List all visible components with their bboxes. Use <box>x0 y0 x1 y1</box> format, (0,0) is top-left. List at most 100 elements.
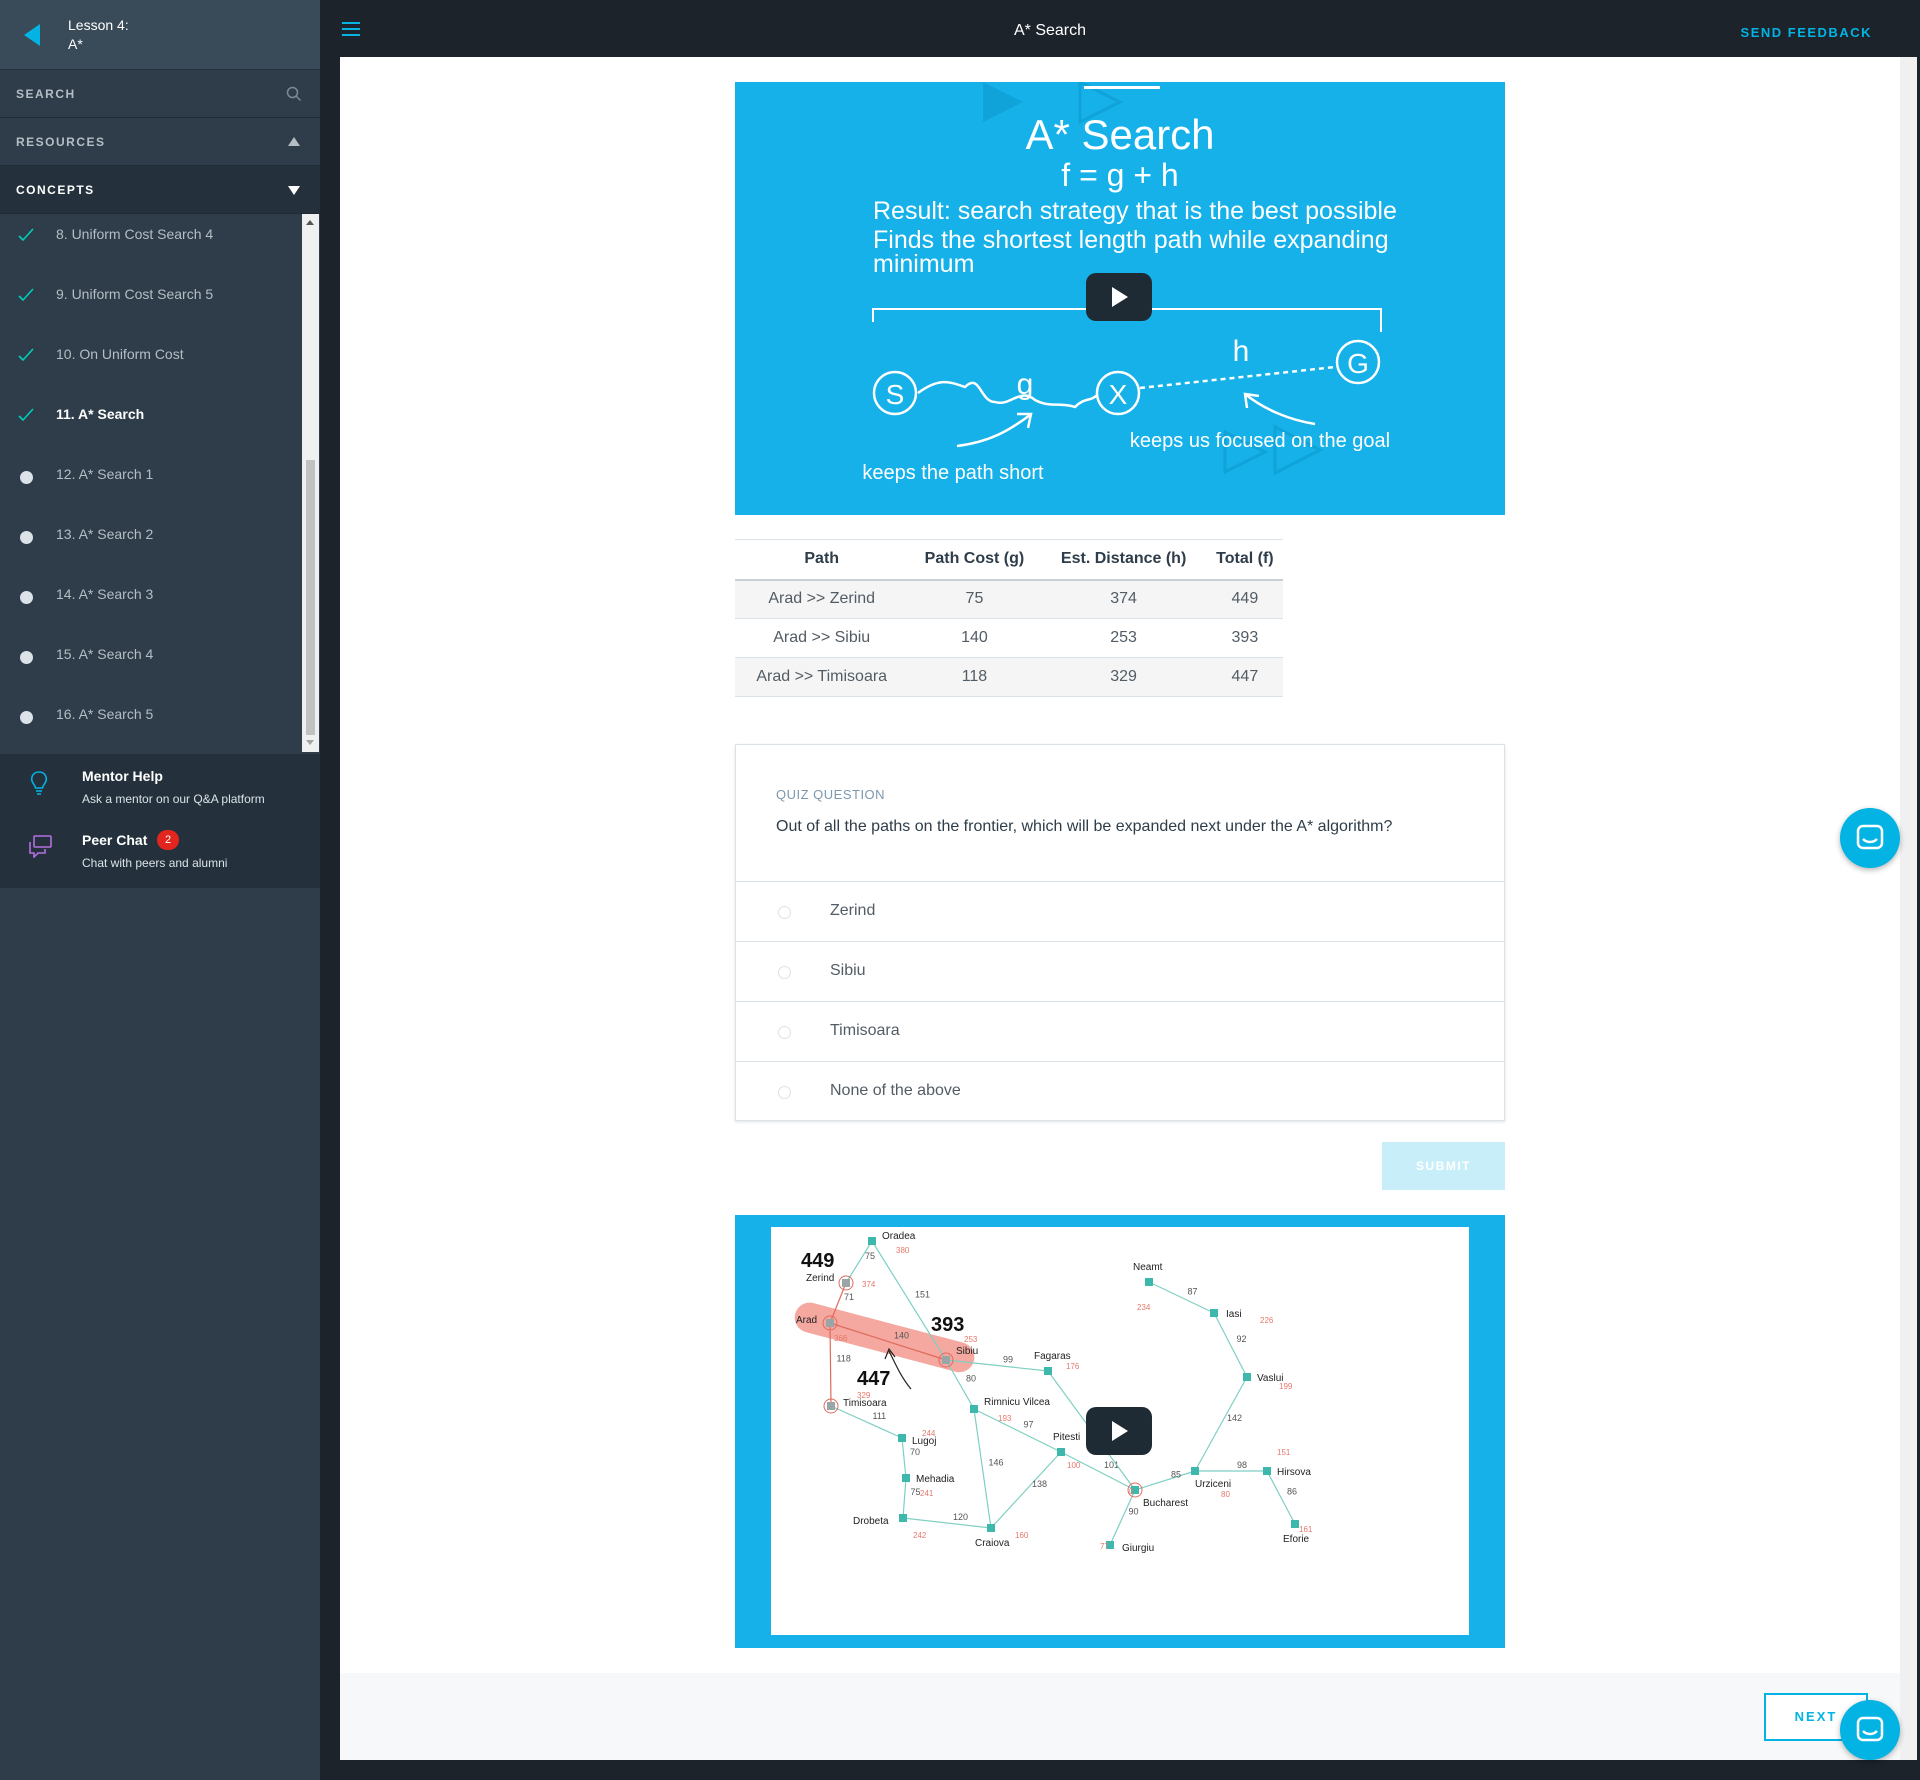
header-path: Path <box>735 539 909 581</box>
check-icon <box>18 288 34 302</box>
chat-widget-button[interactable] <box>1840 808 1900 868</box>
edge-cost-label: 146 <box>989 1458 1004 1468</box>
incomplete-dot-icon <box>20 651 33 664</box>
quiz-option[interactable]: Timisoara <box>736 1001 1504 1061</box>
concept-item[interactable]: 15. A* Search 4 <box>0 646 302 706</box>
heuristic-label: 100 <box>1067 1461 1081 1470</box>
peer-chat-subtitle: Chat with peers and alumni <box>82 856 228 870</box>
edge-cost-label: 80 <box>966 1374 976 1384</box>
concept-label: 16. A* Search 5 <box>56 706 154 722</box>
table-row: Arad >> Timisoara 118 329 447 <box>735 657 1283 697</box>
h-label: h <box>1233 335 1250 368</box>
video-player[interactable]: A* Search f = g + h Result: search strat… <box>735 82 1505 515</box>
back-arrow-icon[interactable] <box>24 24 40 46</box>
city-node <box>1057 1448 1065 1456</box>
table-header-row: Path Path Cost (g) Est. Distance (h) Tot… <box>735 539 1283 581</box>
city-node <box>1243 1373 1251 1381</box>
edge-cost-label: 97 <box>1024 1420 1034 1430</box>
city-node <box>899 1514 907 1522</box>
video-line3: minimum <box>873 250 974 278</box>
edge-cost-label: 90 <box>1129 1507 1139 1517</box>
frontier-highlight <box>794 1302 975 1373</box>
sidebar-concepts[interactable]: CONCEPTS <box>0 166 320 214</box>
resources-label: RESOURCES <box>16 135 106 149</box>
heuristic-label: 329 <box>857 1391 871 1400</box>
table-cell: Arad >> Sibiu <box>735 618 909 658</box>
concept-label: 13. A* Search 2 <box>56 526 154 542</box>
scroll-up-icon[interactable] <box>306 220 314 225</box>
concept-item[interactable]: 14. A* Search 3 <box>0 586 302 646</box>
map-edge <box>973 1408 1062 1453</box>
heuristic-label: 374 <box>862 1280 876 1289</box>
city-name-label: Iasi <box>1226 1309 1242 1320</box>
concept-item[interactable]: 8. Uniform Cost Search 4 <box>0 226 302 286</box>
video-line1: Result: search strategy that is the best… <box>873 197 1397 225</box>
chat-icon <box>1856 1716 1884 1742</box>
concept-scroll-thumb[interactable] <box>306 460 315 735</box>
scroll-down-icon[interactable] <box>306 740 314 745</box>
quiz-option[interactable]: Sibiu <box>736 941 1504 1001</box>
radio-button[interactable] <box>778 906 791 919</box>
sidebar-resources[interactable]: RESOURCES <box>0 118 320 166</box>
peer-chat-link[interactable]: Peer Chat 2 Chat with peers and alumni <box>0 830 320 892</box>
city-node <box>827 1402 835 1410</box>
header-path-cost: Path Cost (g) <box>908 539 1041 581</box>
page-scrollbar[interactable] <box>1900 57 1917 1760</box>
concept-label: 8. Uniform Cost Search 4 <box>56 226 214 242</box>
map-edge <box>1109 1489 1136 1546</box>
city-name-label: Oradea <box>882 1231 916 1242</box>
concept-item[interactable]: 12. A* Search 1 <box>0 466 302 526</box>
incomplete-dot-icon <box>20 711 33 724</box>
concept-item[interactable]: 9. Uniform Cost Search 5 <box>0 286 302 346</box>
header-est-distance: Est. Distance (h) <box>1040 539 1207 581</box>
heuristic-label: 226 <box>1260 1316 1274 1325</box>
concept-item[interactable]: 13. A* Search 2 <box>0 526 302 586</box>
quiz-option[interactable]: None of the above <box>736 1061 1504 1121</box>
edge-cost-label: 142 <box>1227 1413 1242 1423</box>
sidebar-search[interactable]: SEARCH <box>0 70 320 118</box>
play-button[interactable] <box>1086 1407 1152 1455</box>
edge-cost-label: 75 <box>865 1251 875 1261</box>
table-cell: Arad >> Zerind <box>735 579 909 619</box>
play-button[interactable] <box>1086 273 1152 321</box>
video-formula: f = g + h <box>1061 157 1178 193</box>
peer-chat-title: Peer Chat <box>82 832 148 848</box>
heuristic-label: 161 <box>1299 1525 1313 1534</box>
heuristic-label: 242 <box>913 1531 927 1540</box>
city-node <box>987 1524 995 1532</box>
mentor-help-link[interactable]: Mentor Help Ask a mentor on our Q&A plat… <box>0 768 320 828</box>
map-edge <box>901 1437 907 1479</box>
city-name-label: Urziceni <box>1195 1479 1231 1490</box>
search-label: SEARCH <box>16 87 76 101</box>
city-name-label: Fagaras <box>1034 1351 1071 1362</box>
table-row: Arad >> Zerind 75 374 449 <box>735 579 1283 619</box>
edge-cost-label: 99 <box>1003 1355 1013 1365</box>
submit-button[interactable]: SUBMIT <box>1382 1142 1505 1190</box>
concepts-label: CONCEPTS <box>16 183 95 197</box>
concept-label: 15. A* Search 4 <box>56 646 154 662</box>
quiz-option-label: Timisoara <box>830 1022 900 1039</box>
incomplete-dot-icon <box>20 471 33 484</box>
map-edge <box>1134 1470 1196 1491</box>
search-icon[interactable] <box>286 86 302 102</box>
top-bar: A* Search SEND FEEDBACK <box>320 0 1920 57</box>
path-cost-table: Path Path Cost (g) Est. Distance (h) Tot… <box>735 539 1283 697</box>
city-node <box>842 1279 850 1287</box>
concept-label: 12. A* Search 1 <box>56 466 154 482</box>
radio-button[interactable] <box>778 1026 791 1039</box>
chat-bubbles-icon <box>29 835 52 858</box>
concept-item[interactable]: 16. A* Search 5 <box>0 706 302 754</box>
lesson-header[interactable]: Lesson 4: A* <box>0 0 320 70</box>
city-name-label: Neamt <box>1133 1262 1163 1273</box>
video-player-map[interactable]: 7175151140118998011170751201469713810121… <box>735 1215 1505 1648</box>
send-feedback-link[interactable]: SEND FEEDBACK <box>1741 25 1872 40</box>
concept-item-active[interactable]: 11. A* Search <box>0 406 302 466</box>
radio-button[interactable] <box>778 1086 791 1099</box>
city-node <box>942 1356 950 1364</box>
f-value-label: 447 <box>857 1368 890 1390</box>
heuristic-label: 199 <box>1279 1382 1293 1391</box>
quiz-option[interactable]: Zerind <box>736 881 1504 941</box>
radio-button[interactable] <box>778 966 791 979</box>
concept-item[interactable]: 10. On Uniform Cost <box>0 346 302 406</box>
chat-widget-button[interactable] <box>1840 1700 1900 1760</box>
